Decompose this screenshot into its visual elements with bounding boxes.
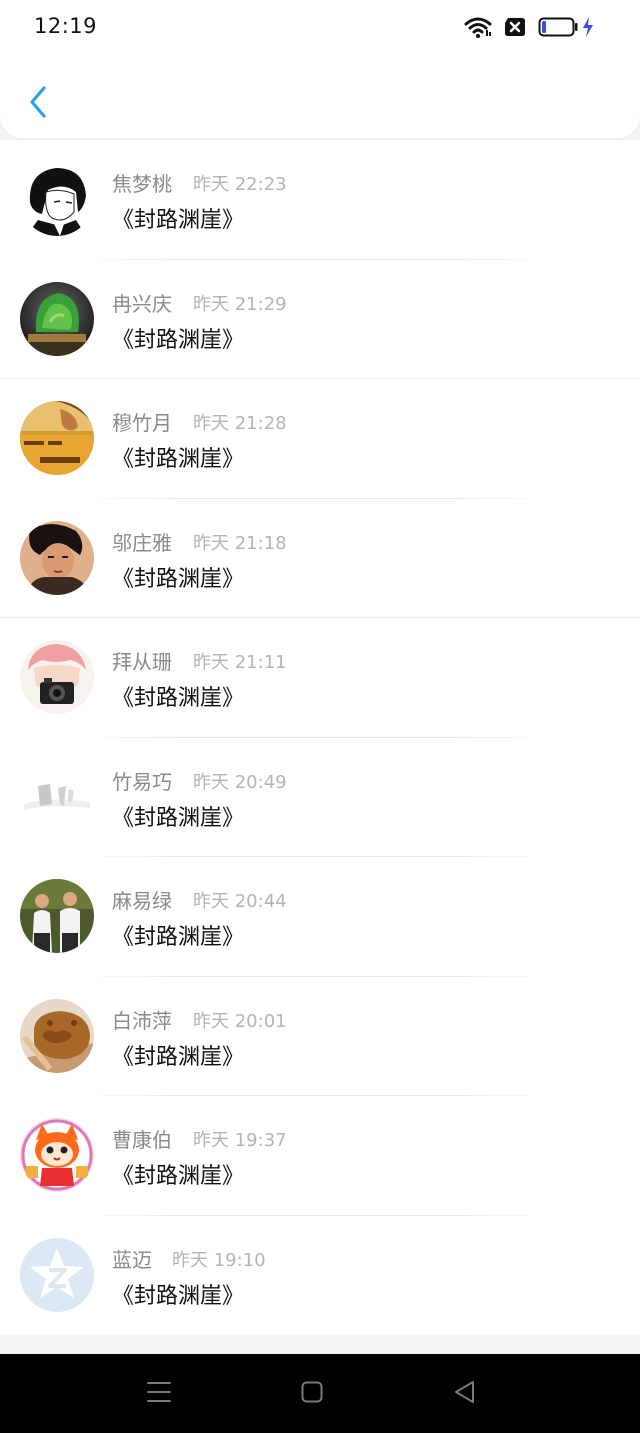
charging-icon: [582, 17, 594, 41]
back-button[interactable]: [18, 82, 58, 126]
faded-scene-avatar[interactable]: [20, 759, 94, 834]
message-text: 《封路渊崖》: [112, 327, 245, 353]
message-time: 昨天 20:01: [193, 1010, 287, 1032]
list-item[interactable]: 冉兴庆 昨天 21:29 《封路渊崖》: [0, 260, 640, 379]
message-time: 昨天 21:29: [193, 293, 287, 315]
sender-name: 穆竹月: [112, 411, 172, 435]
message-text: 《封路渊崖》: [112, 208, 245, 233]
list-item[interactable]: 竹易巧 昨天 20:49 《封路渊崖》: [0, 738, 640, 857]
message-time: 昨天 21:28: [193, 413, 287, 434]
sender-name: 焦梦桃: [112, 172, 172, 196]
message-text: 《封路渊崖》: [112, 1283, 245, 1309]
list-item[interactable]: 焦梦桃 昨天 22:23 《封路渊崖》: [0, 140, 640, 260]
golden-photo-avatar[interactable]: [20, 401, 94, 475]
default-star-avatar[interactable]: [20, 1237, 94, 1312]
list-item[interactable]: 白沛萍 昨天 20:01 《封路渊崖》: [0, 977, 640, 1096]
sender-name: 邬庄雅: [112, 530, 172, 555]
sim-error-icon: [504, 17, 526, 41]
list-item[interactable]: 邬庄雅 昨天 21:18 《封路渊崖》: [0, 499, 640, 618]
anime-boy-avatar[interactable]: [20, 162, 94, 236]
menu-icon: [147, 1381, 171, 1407]
back-triangle-icon: [453, 1380, 475, 1408]
message-time: 昨天 19:10: [172, 1249, 266, 1271]
screen: 12:19 焦梦桃 昨天 22:23 《封路渊崖》 冉兴庆 昨天 21:29 《…: [0, 0, 640, 1433]
sender-name: 拜从珊: [112, 650, 172, 674]
camera-girl-avatar[interactable]: [20, 640, 94, 714]
message-time: 昨天 22:23: [193, 174, 287, 195]
sender-name: 麻易绿: [112, 889, 172, 913]
message-time: 昨天 19:37: [193, 1130, 287, 1151]
woman-portrait-avatar[interactable]: [20, 520, 94, 595]
message-time: 昨天 20:44: [193, 891, 287, 912]
list-item[interactable]: 蓝迈 昨天 19:10 《封路渊崖》: [0, 1216, 640, 1336]
message-text: 《封路渊崖》: [112, 1164, 245, 1189]
cookie-avatar[interactable]: [20, 998, 94, 1073]
top-bar: 12:19: [0, 0, 640, 138]
status-time: 12:19: [34, 14, 98, 38]
green-plant-avatar[interactable]: [20, 281, 94, 356]
status-icons: [464, 16, 594, 42]
menu-button[interactable]: [139, 1376, 179, 1412]
message-text: 《封路渊崖》: [112, 447, 245, 472]
list-item[interactable]: 拜从珊 昨天 21:11 《封路渊崖》: [0, 618, 640, 738]
back-nav-button[interactable]: [444, 1376, 484, 1412]
message-time: 昨天 21:11: [193, 652, 287, 673]
wifi-icon: [464, 16, 492, 42]
home-button[interactable]: [292, 1376, 332, 1412]
home-icon: [301, 1381, 323, 1407]
message-text: 《封路渊崖》: [112, 686, 245, 711]
message-text: 《封路渊崖》: [112, 925, 245, 950]
sender-name: 竹易巧: [112, 769, 172, 794]
sender-name: 冉兴庆: [112, 291, 172, 316]
message-list: 焦梦桃 昨天 22:23 《封路渊崖》 冉兴庆 昨天 21:29 《封路渊崖》 …: [0, 140, 640, 1335]
message-time: 昨天 20:49: [193, 771, 287, 793]
sender-name: 曹康伯: [112, 1128, 172, 1152]
list-item[interactable]: 曹康伯 昨天 19:37 《封路渊崖》: [0, 1096, 640, 1216]
message-text: 《封路渊崖》: [112, 1044, 245, 1070]
battery-icon: [538, 17, 578, 41]
message-text: 《封路渊崖》: [112, 566, 245, 592]
system-nav-bar: [0, 1354, 640, 1433]
sender-name: 蓝迈: [112, 1247, 152, 1272]
cartoon-fox-avatar[interactable]: [20, 1118, 94, 1192]
list-item[interactable]: 穆竹月 昨天 21:28 《封路渊崖》: [0, 379, 640, 499]
two-people-avatar[interactable]: [20, 879, 94, 953]
message-time: 昨天 21:18: [193, 532, 287, 554]
sender-name: 白沛萍: [112, 1008, 172, 1033]
list-item[interactable]: 麻易绿 昨天 20:44 《封路渊崖》: [0, 857, 640, 977]
message-text: 《封路渊崖》: [112, 805, 245, 831]
chevron-left-icon: [28, 85, 48, 123]
